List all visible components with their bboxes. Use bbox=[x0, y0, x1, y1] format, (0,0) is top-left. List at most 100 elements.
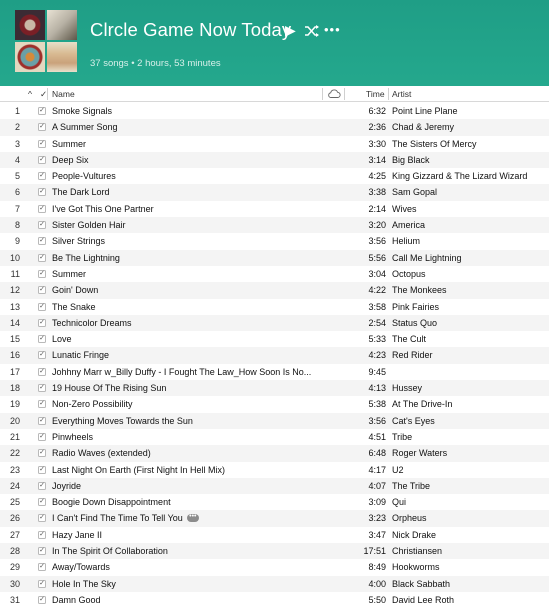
track-name: Be The Lightning bbox=[52, 252, 120, 263]
table-row[interactable]: 1 ✓ Smoke Signals 6:32 Point Line Plane bbox=[0, 103, 549, 119]
table-row[interactable]: 9 ✓ Silver Strings 3:56 Helium bbox=[0, 233, 549, 249]
track-number: 29 bbox=[9, 562, 20, 573]
table-row[interactable]: 5 ✓ People-Vultures 4:25 King Gizzard & The … bbox=[0, 168, 549, 184]
time-column-header[interactable]: Time bbox=[366, 89, 385, 99]
track-name: I Can't Find The Time To Tell You bbox=[52, 513, 183, 524]
table-row[interactable]: 10 ✓ Be The Lightning 5:56 Call Me Lightning bbox=[0, 249, 549, 266]
track-artist: U2 bbox=[392, 464, 404, 475]
track-number: 23 bbox=[9, 464, 20, 475]
table-row[interactable]: 20 ✓ Everything Moves Towards the Sun 3:56 C… bbox=[0, 412, 549, 429]
track-artist: Black Sabbath bbox=[392, 578, 451, 589]
playlist-title[interactable]: Clrcle Game Now Today bbox=[90, 19, 291, 41]
table-row[interactable]: 28 ✓ In The Spirit Of Collaboration 17:51 Ch… bbox=[0, 543, 549, 560]
column-separator[interactable] bbox=[344, 88, 345, 100]
track-checkbox[interactable]: ✓ bbox=[38, 563, 46, 572]
table-row[interactable]: 22 ✓ Radio Waves (extended) 6:48 Roger Water… bbox=[0, 445, 549, 462]
track-checkbox[interactable]: ✓ bbox=[38, 449, 46, 458]
track-time: 6:48 bbox=[368, 448, 386, 459]
table-row[interactable]: 31 ✓ Damn Good 5:50 David Lee Roth bbox=[0, 592, 549, 608]
track-checkbox[interactable]: ✓ bbox=[38, 367, 46, 376]
more-icon[interactable]: ••• bbox=[324, 21, 341, 39]
table-row[interactable]: 8 ✓ Sister Golden Hair 3:20 America bbox=[0, 217, 549, 234]
track-checkbox[interactable]: ✓ bbox=[38, 302, 46, 311]
track-name: Last Night On Earth (First Night In Hell… bbox=[52, 464, 226, 475]
track-checkbox[interactable]: ✓ bbox=[38, 318, 46, 327]
table-row[interactable]: 16 ✓ Lunatic Fringe 4:23 Red Rider bbox=[0, 347, 549, 364]
track-checkbox[interactable]: ✓ bbox=[38, 465, 46, 474]
track-checkbox[interactable]: ✓ bbox=[38, 400, 46, 409]
table-row[interactable]: 12 ✓ Goin' Down 4:22 The Monkees bbox=[0, 282, 549, 299]
sort-column-header[interactable]: ^ bbox=[28, 89, 32, 99]
table-row[interactable]: 2 ✓ A Summer Song 2:36 Chad & Jeremy bbox=[0, 119, 549, 136]
track-artist: The Tribe bbox=[392, 480, 431, 491]
track-artist: David Lee Roth bbox=[392, 594, 455, 605]
track-checkbox[interactable]: ✓ bbox=[38, 530, 46, 539]
table-row[interactable]: 7 ✓ I've Got This One Partner 2:14 Wives bbox=[0, 201, 549, 217]
column-separator[interactable] bbox=[388, 88, 389, 100]
track-checkbox[interactable]: ✓ bbox=[38, 498, 46, 507]
table-row[interactable]: 25 ✓ Boogie Down Disappointment 3:09 Qui bbox=[0, 494, 549, 510]
track-artist: Helium bbox=[392, 236, 421, 247]
track-checkbox[interactable]: ✓ bbox=[38, 335, 46, 344]
track-checkbox[interactable]: ✓ bbox=[38, 237, 46, 246]
track-checkbox[interactable]: ✓ bbox=[38, 155, 46, 164]
track-checkbox[interactable]: ✓ bbox=[38, 188, 46, 197]
track-name: Pinwheels bbox=[52, 431, 94, 442]
table-row[interactable]: 23 ✓ Last Night On Earth (First Night In H… bbox=[0, 462, 549, 478]
track-number: 28 bbox=[9, 546, 20, 557]
table-row[interactable]: 6 ✓ The Dark Lord 3:38 Sam Gopal bbox=[0, 184, 549, 201]
track-checkbox[interactable]: ✓ bbox=[38, 481, 46, 490]
track-number: 27 bbox=[9, 529, 20, 540]
more-options-icon[interactable]: ••• bbox=[186, 513, 199, 523]
track-checkbox[interactable]: ✓ bbox=[38, 253, 46, 262]
track-number: 7 bbox=[14, 203, 20, 214]
track-checkbox[interactable]: ✓ bbox=[38, 286, 46, 295]
track-checkbox[interactable]: ✓ bbox=[38, 384, 46, 393]
track-checkbox[interactable]: ✓ bbox=[38, 547, 46, 556]
table-row[interactable]: 29 ✓ Away/Towards 8:49 Hookworms bbox=[0, 559, 549, 575]
table-row[interactable]: 18 ✓ 19 House Of The Rising Sun 4:13 Hussey bbox=[0, 380, 549, 397]
table-row[interactable]: 4 ✓ Deep Six 3:14 Big Black bbox=[0, 151, 549, 169]
track-checkbox[interactable]: ✓ bbox=[38, 579, 46, 588]
shuffle-icon[interactable] bbox=[304, 23, 320, 39]
track-checkbox[interactable]: ✓ bbox=[38, 595, 46, 604]
table-row[interactable]: 24 ✓ Joyride 4:07 The Tribe bbox=[0, 477, 549, 495]
table-row[interactable]: 27 ✓ Hazy Jane II 3:47 Nick Drake bbox=[0, 527, 549, 543]
table-row[interactable]: 17 ✓ Johhny Marr w_Billy Duffy - I Fought … bbox=[0, 364, 549, 380]
table-row[interactable]: 14 ✓ Technicolor Dreams 2:54 Status Quo bbox=[0, 314, 549, 332]
cloud-icon[interactable] bbox=[327, 88, 341, 99]
table-row[interactable]: 30 ✓ Hole In The Sky 4:00 Black Sabbath bbox=[0, 575, 549, 592]
table-row[interactable]: 21 ✓ Pinwheels 4:51 Tribe bbox=[0, 429, 549, 445]
track-number: 24 bbox=[9, 480, 20, 491]
track-checkbox[interactable]: ✓ bbox=[38, 432, 46, 441]
table-row[interactable]: 13 ✓ The Snake 3:58 Pink Fairies bbox=[0, 299, 549, 315]
track-checkbox[interactable]: ✓ bbox=[38, 172, 46, 181]
track-artist: Chad & Jeremy bbox=[392, 122, 455, 133]
track-checkbox[interactable]: ✓ bbox=[38, 416, 46, 425]
table-row[interactable]: 3 ✓ Summer 3:30 The Sisters Of Mercy bbox=[0, 136, 549, 152]
table-row[interactable]: 26 ✓ I Can't Find The Time To Tell You 3:23… bbox=[0, 510, 549, 527]
table-row[interactable]: 15 ✓ Love 5:33 The Cult bbox=[0, 331, 549, 347]
track-name: Boogie Down Disappointment bbox=[52, 497, 171, 508]
track-artist: Christiansen bbox=[392, 546, 443, 557]
track-checkbox[interactable]: ✓ bbox=[38, 107, 46, 115]
track-time: 4:23 bbox=[368, 350, 386, 361]
artist-column-header[interactable]: Artist bbox=[392, 89, 411, 99]
track-checkbox[interactable]: ✓ bbox=[38, 123, 46, 132]
track-checkbox[interactable]: ✓ bbox=[38, 351, 46, 360]
track-name: Silver Strings bbox=[52, 236, 106, 247]
track-checkbox[interactable]: ✓ bbox=[38, 269, 46, 278]
table-row[interactable]: 19 ✓ Non-Zero Possibility 5:38 At The Drive-… bbox=[0, 396, 549, 412]
track-checkbox[interactable]: ✓ bbox=[38, 221, 46, 230]
name-column-header[interactable]: Name bbox=[52, 89, 75, 99]
album-art-4 bbox=[47, 42, 77, 72]
track-name: Summer bbox=[52, 138, 87, 149]
track-number: 19 bbox=[9, 399, 20, 410]
column-separator[interactable] bbox=[47, 88, 48, 100]
track-checkbox[interactable]: ✓ bbox=[38, 139, 46, 148]
table-row[interactable]: 11 ✓ Summer 3:04 Octopus bbox=[0, 266, 549, 282]
column-separator[interactable] bbox=[322, 88, 323, 100]
track-checkbox[interactable]: ✓ bbox=[38, 514, 46, 523]
play-icon[interactable]: ▶ bbox=[285, 21, 296, 39]
track-checkbox[interactable]: ✓ bbox=[38, 204, 46, 213]
